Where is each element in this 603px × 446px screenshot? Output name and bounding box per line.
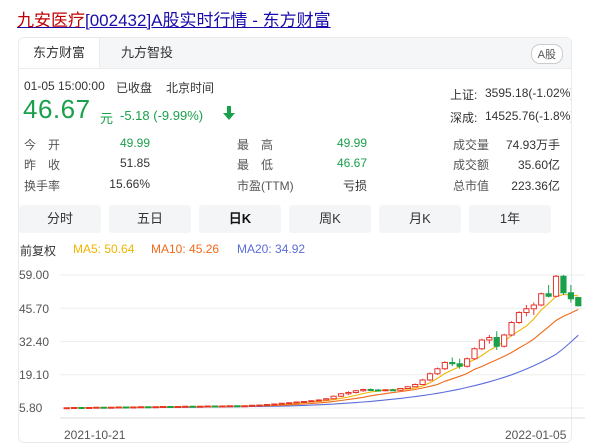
candle-body bbox=[367, 389, 374, 391]
candle-body bbox=[545, 293, 552, 297]
candle-body bbox=[478, 339, 486, 350]
candle-body bbox=[389, 389, 397, 392]
candle-body bbox=[286, 402, 293, 405]
candle-body bbox=[486, 337, 493, 341]
candle-body bbox=[300, 401, 308, 403]
candle-body bbox=[434, 368, 441, 375]
candle-body bbox=[234, 405, 241, 408]
candle-body bbox=[182, 405, 189, 408]
candle-body bbox=[204, 405, 211, 408]
candle-body bbox=[167, 406, 174, 408]
candle-body bbox=[449, 362, 456, 365]
candle-body bbox=[360, 389, 367, 392]
candle-body bbox=[552, 275, 560, 297]
candle-body bbox=[575, 297, 582, 307]
candle-body bbox=[219, 405, 226, 408]
candle-body bbox=[278, 402, 285, 405]
candle-body bbox=[71, 407, 78, 409]
candle-body bbox=[145, 406, 152, 409]
candle-body bbox=[211, 405, 219, 408]
candle-body bbox=[382, 389, 389, 392]
candle-body bbox=[567, 292, 574, 300]
candle-body bbox=[263, 404, 270, 406]
candle-body bbox=[93, 406, 100, 409]
candle-body bbox=[538, 293, 545, 306]
candle-body bbox=[493, 337, 500, 347]
candle-body bbox=[375, 389, 382, 392]
candle-body bbox=[456, 363, 463, 367]
candle-body bbox=[508, 322, 515, 336]
candle-body bbox=[159, 406, 167, 408]
candle-body bbox=[308, 400, 315, 403]
candle-body bbox=[78, 407, 85, 409]
candle-body bbox=[560, 275, 567, 294]
candle-body bbox=[404, 386, 411, 389]
candle-body bbox=[63, 407, 70, 410]
candle-body bbox=[271, 403, 278, 406]
candle-body bbox=[256, 404, 263, 407]
candle-body bbox=[122, 406, 130, 409]
candle-body bbox=[419, 379, 426, 385]
candle-body bbox=[323, 398, 330, 401]
candle-body bbox=[130, 406, 137, 409]
candle-body bbox=[501, 334, 508, 347]
candle-body bbox=[137, 406, 144, 409]
candle-body bbox=[441, 362, 448, 370]
candle-body bbox=[530, 304, 537, 310]
candle-body bbox=[100, 406, 107, 409]
candle-body bbox=[85, 407, 93, 409]
candle-body bbox=[523, 308, 530, 313]
candle-body bbox=[471, 348, 478, 360]
candle-body bbox=[412, 384, 419, 388]
candle-body bbox=[397, 388, 404, 391]
candlestick-chart[interactable] bbox=[0, 0, 603, 446]
candle-body bbox=[345, 392, 352, 395]
candle-body bbox=[315, 399, 322, 402]
candle-body bbox=[174, 406, 182, 408]
candle-body bbox=[515, 312, 523, 323]
candle-body bbox=[189, 405, 196, 408]
candle-body bbox=[197, 405, 204, 408]
candle-body bbox=[293, 401, 300, 404]
candle-body bbox=[463, 358, 471, 367]
candle-body bbox=[426, 373, 434, 381]
candle-body bbox=[248, 404, 256, 407]
candle-body bbox=[241, 405, 248, 408]
candle-body bbox=[152, 406, 159, 409]
ma10-line bbox=[66, 308, 579, 409]
candle-body bbox=[330, 395, 337, 400]
candle-body bbox=[226, 405, 233, 408]
ma5-line bbox=[66, 293, 579, 409]
candle-body bbox=[115, 406, 122, 409]
candle-body bbox=[337, 393, 345, 397]
candle-body bbox=[352, 390, 359, 393]
candle-body bbox=[108, 406, 115, 409]
